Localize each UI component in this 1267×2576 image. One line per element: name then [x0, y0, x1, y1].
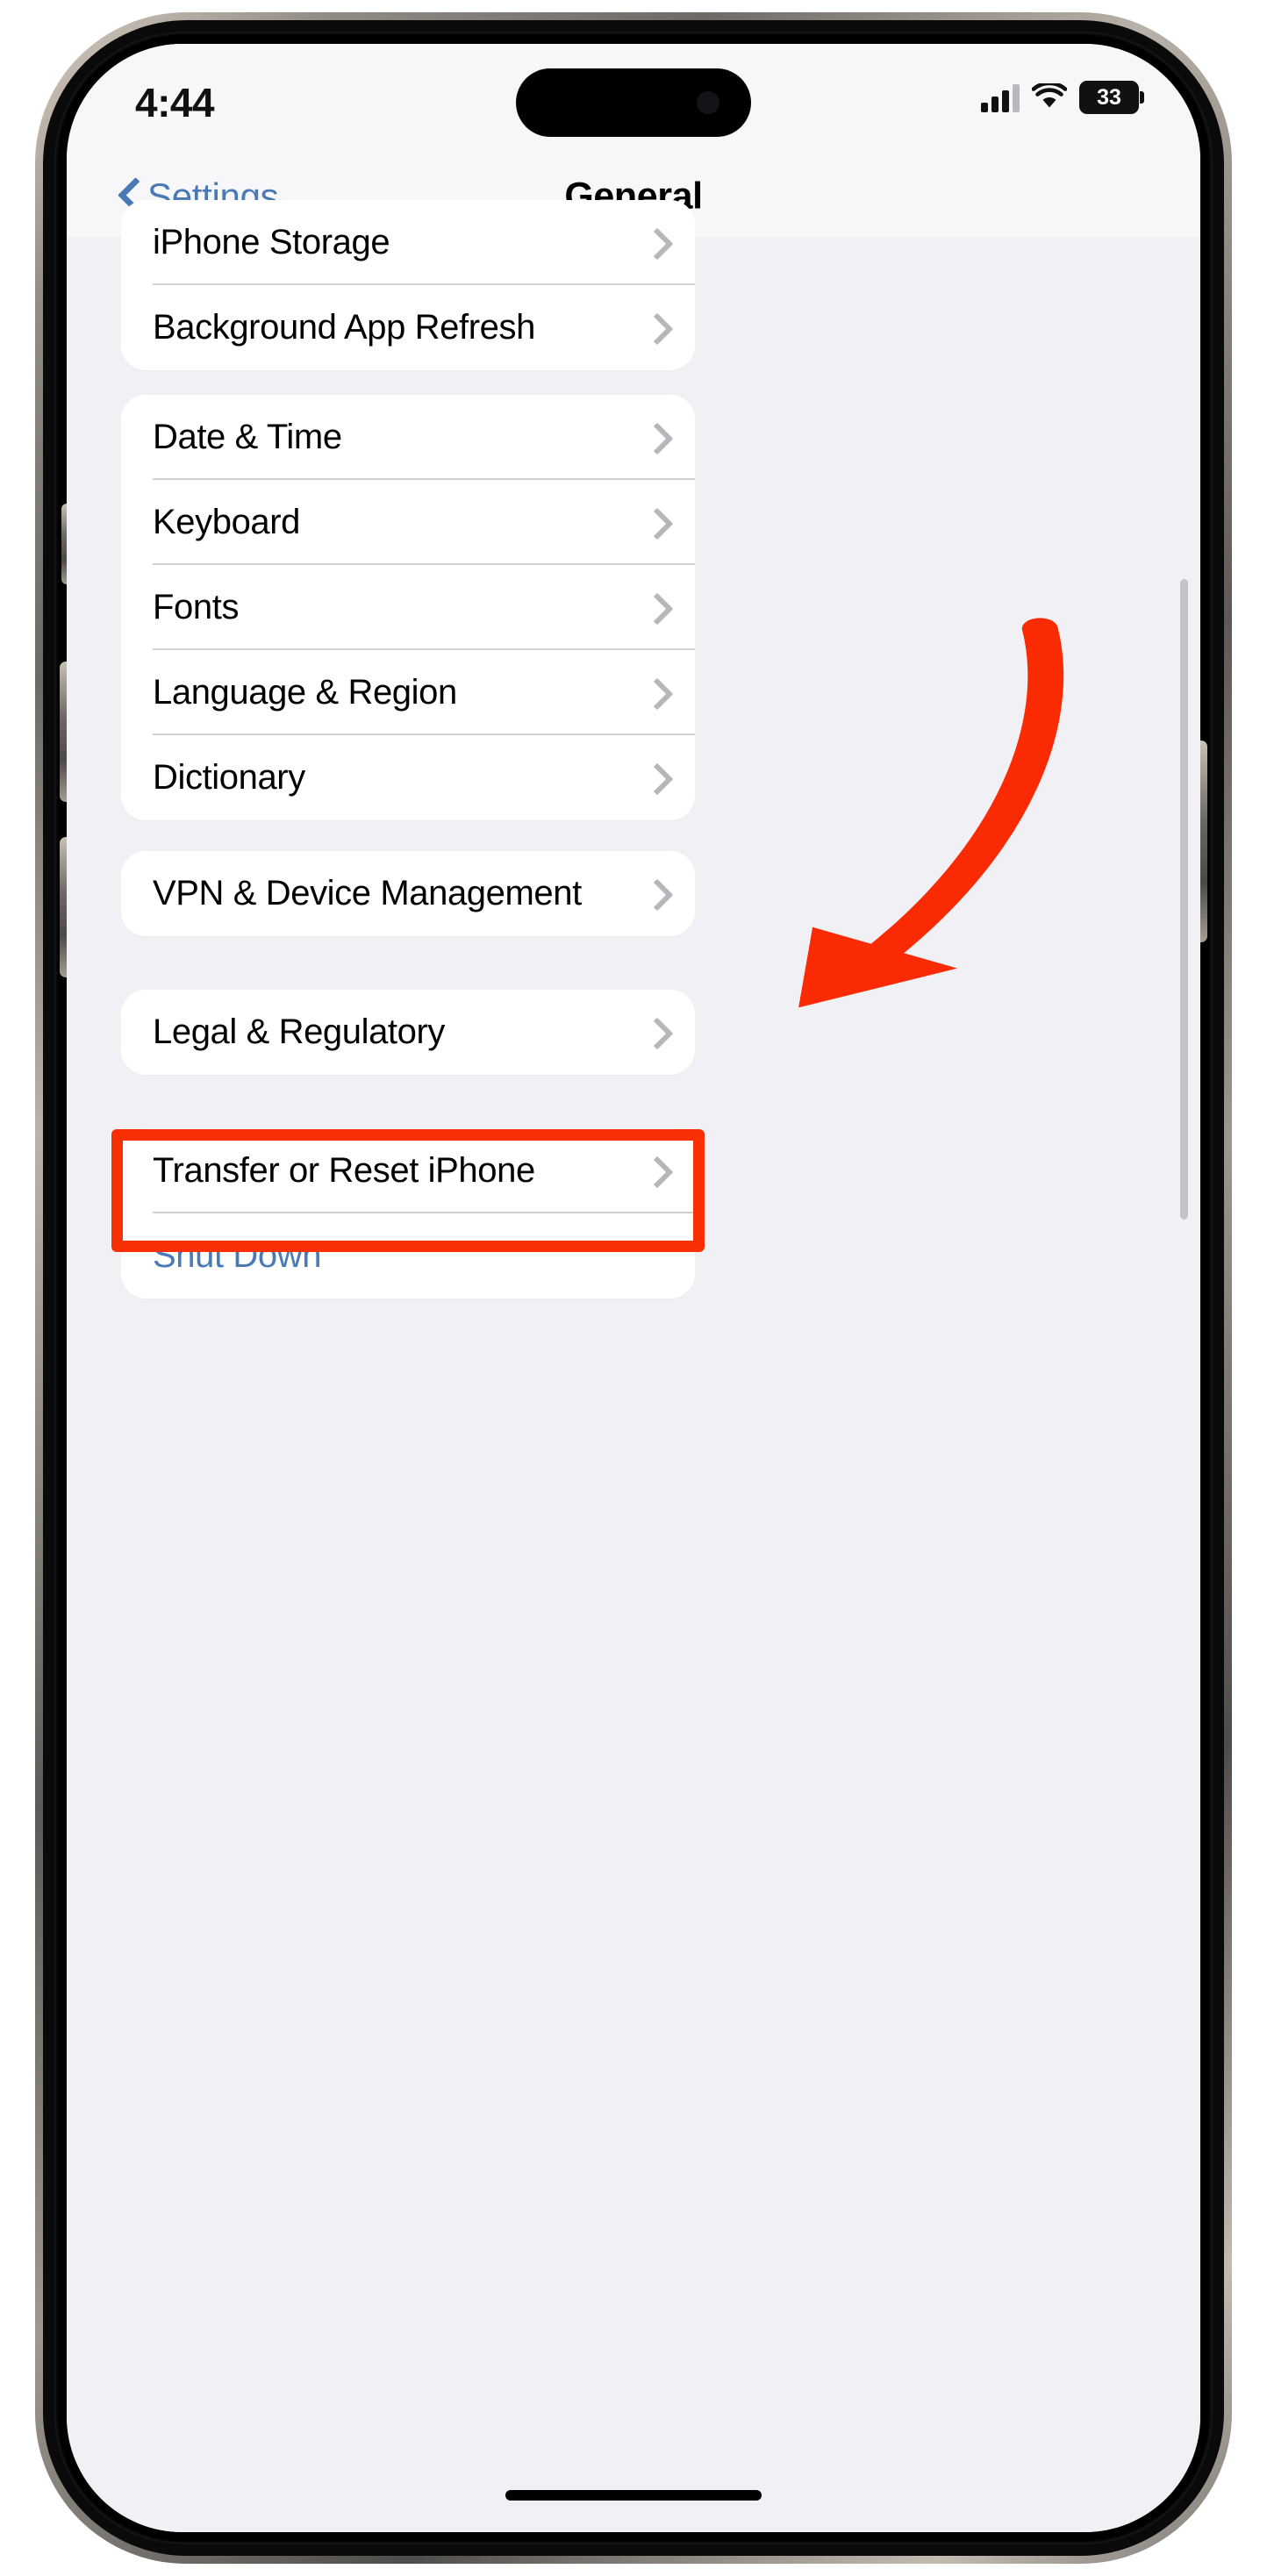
row-iphone-storage[interactable]: iPhone Storage [121, 200, 695, 285]
chevron-right-icon [646, 314, 662, 342]
row-language-and-region[interactable]: Language & Region [121, 650, 695, 735]
chevron-right-icon [646, 509, 662, 537]
row-label: Dictionary [153, 758, 305, 797]
iphone-device-frame: 4:44 33 Settings General iPhone Storage … [35, 12, 1232, 2564]
chevron-right-icon [646, 424, 662, 452]
chevron-right-icon [646, 594, 662, 622]
row-label: Date & Time [153, 418, 342, 456]
front-camera-icon [697, 91, 719, 114]
row-fonts[interactable]: Fonts [121, 565, 695, 650]
row-label: VPN & Device Management [153, 874, 582, 912]
row-label: Fonts [153, 588, 240, 626]
row-label: iPhone Storage [153, 223, 390, 261]
settings-group-vpn: VPN & Device Management [121, 851, 695, 936]
row-keyboard[interactable]: Keyboard [121, 480, 695, 565]
row-label: Language & Region [153, 673, 457, 712]
row-legal-and-regulatory[interactable]: Legal & Regulatory [121, 990, 695, 1075]
status-bar-indicators: 33 [981, 81, 1144, 114]
settings-group-localization: Date & Time Keyboard Fonts Language & Re… [121, 395, 695, 820]
chevron-right-icon [646, 229, 662, 257]
battery-percent-label: 33 [1097, 84, 1121, 110]
status-bar-time: 4:44 [135, 80, 215, 125]
settings-group-storage: iPhone Storage Background App Refresh [121, 200, 695, 370]
row-label: Keyboard [153, 503, 301, 541]
home-indicator[interactable] [505, 2490, 762, 2501]
row-background-app-refresh[interactable]: Background App Refresh [121, 285, 695, 370]
row-vpn-device-management[interactable]: VPN & Device Management [121, 851, 695, 936]
chevron-right-icon [646, 679, 662, 707]
settings-group-legal: Legal & Regulatory [121, 990, 695, 1075]
battery-icon: 33 [1079, 81, 1144, 114]
row-dictionary[interactable]: Dictionary [121, 735, 695, 820]
row-label: Legal & Regulatory [153, 1013, 446, 1051]
chevron-right-icon [646, 764, 662, 792]
chevron-right-icon [646, 880, 662, 908]
highlight-box-transfer-or-reset-iphone [111, 1129, 705, 1252]
wifi-icon [1031, 81, 1068, 111]
phone-screen: 4:44 33 Settings General iPhone Storage … [67, 44, 1200, 2532]
settings-scroll-view[interactable]: iPhone Storage Background App Refresh Da… [67, 200, 1200, 2532]
row-date-and-time[interactable]: Date & Time [121, 395, 695, 480]
row-label: Background App Refresh [153, 308, 535, 347]
chevron-right-icon [646, 1019, 662, 1047]
dynamic-island [516, 68, 751, 137]
cellular-signal-icon [981, 82, 1020, 112]
vertical-scrollbar[interactable] [1180, 579, 1188, 1220]
status-bar: 4:44 33 [67, 44, 1200, 156]
